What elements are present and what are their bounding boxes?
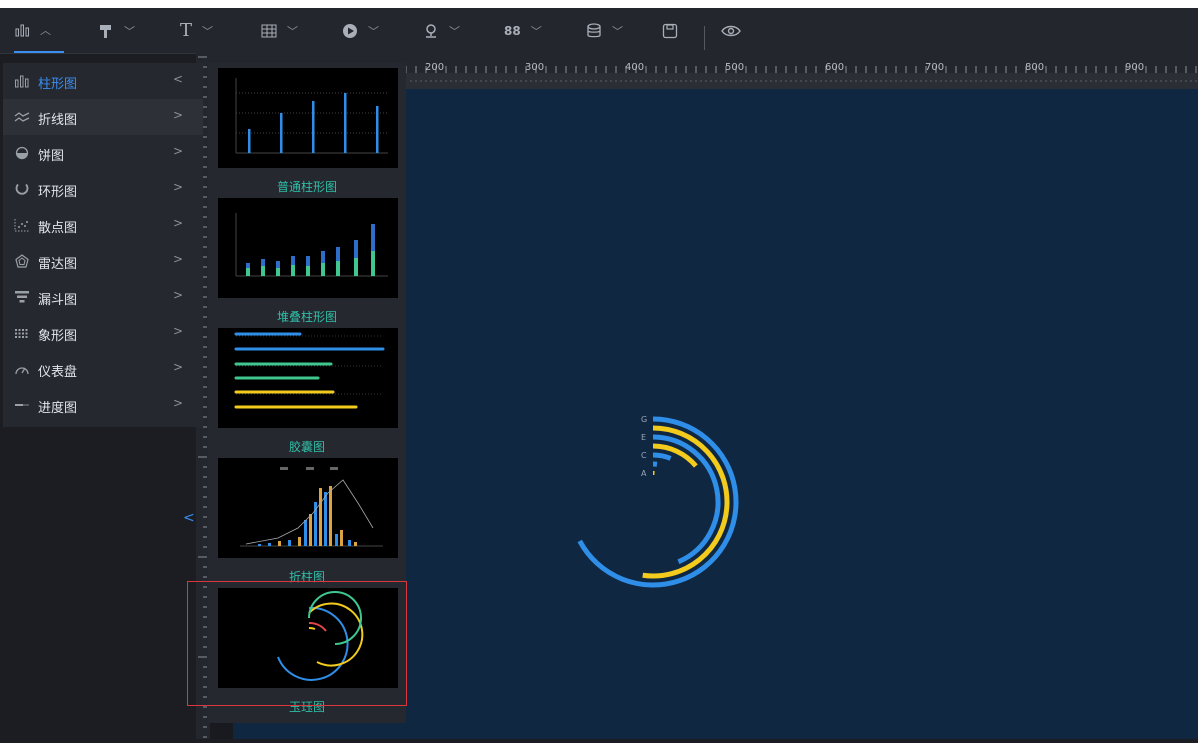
ring-category-label: E [641,433,646,442]
selected-template-highlight [187,581,407,706]
bar-chart-icon [14,23,30,37]
style-tool[interactable]: ﹀ [98,8,135,53]
menu-item-label: 雷达图 [38,253,77,272]
chevron-right-icon: > [173,216,183,230]
text-icon: T [180,20,192,41]
ruler-label: 800 [1025,62,1044,73]
grid-icon: 88 [504,24,521,38]
chevron-down-icon: ﹀ [287,23,298,39]
menu-item-label: 散点图 [38,217,77,236]
menu-item-progress[interactable]: 进度图 > [3,387,203,423]
save-button[interactable] [662,8,678,53]
database-icon [586,23,602,39]
ruler-label: 600 [825,62,844,73]
location-tool[interactable]: ﹀ [423,8,460,53]
table-tool[interactable]: ﹀ [261,8,298,53]
bar-chart-icon [14,74,30,88]
location-icon [423,23,439,39]
chevron-right-icon: > [173,144,183,158]
ring-chart-icon [14,182,30,196]
chevron-down-icon: ﹀ [612,23,623,39]
menu-item-label: 进度图 [38,397,77,416]
ring-category-label: A [641,469,647,478]
ruler-label: 700 [925,62,944,73]
paint-roller-icon [98,23,114,39]
menu-item-funnel[interactable]: 漏斗图 > [3,279,203,315]
eye-icon [721,24,741,38]
ruler-label: 400 [625,62,644,73]
chevron-right-icon: > [173,180,183,194]
ring-category-label: C [641,451,647,460]
ring-arc-f [643,428,727,576]
chevron-up-icon: ︿ [40,22,51,38]
toolbar: ︿ ﹀ T ﹀ ﹀ ﹀ ﹀ 88 ﹀ ﹀ [0,8,1198,54]
menu-item-label: 仪表盘 [38,361,77,380]
menu-item-label: 饼图 [38,145,64,164]
chevron-right-icon: > [173,252,183,266]
scatter-chart-icon [14,218,30,232]
table-icon [261,24,277,38]
card-label: 胶囊图 [208,438,406,455]
menu-item-pie[interactable]: 饼图 > [3,135,203,171]
save-icon [662,23,678,39]
grid-tool[interactable]: 88 ﹀ [504,8,542,53]
window-top-strip [0,0,1198,8]
ruler-label: 900 [1125,62,1144,73]
thumbnail-stacked-bar[interactable] [218,198,398,298]
chevron-right-icon: > [173,396,183,410]
pie-chart-icon [14,146,30,160]
chevron-down-icon: ﹀ [124,23,135,39]
gauge-icon [14,362,30,376]
chevron-down-icon: ﹀ [368,23,379,39]
ruler-label: 500 [725,62,744,73]
thumbnail-line-bar[interactable] [218,458,398,558]
chart-category-menu: 柱形图 < 折线图 > 饼图 > 环形图 > 散点图 > 雷达图 > 漏斗图 >… [3,63,203,427]
menu-item-scatter[interactable]: 散点图 > [3,207,203,243]
ring-arc-c [653,455,671,458]
chevron-right-icon: > [173,288,183,302]
card-label: 普通柱形图 [208,178,406,195]
funnel-chart-icon [14,290,30,304]
menu-item-pictorial[interactable]: 象形图 > [3,315,203,351]
chevron-left-icon: < [173,72,183,86]
ruler-label: 200 [425,62,444,73]
chevron-down-icon: ﹀ [531,23,542,39]
radar-chart-icon [14,254,30,268]
line-chart-icon [14,110,30,124]
menu-item-radar[interactable]: 雷达图 > [3,243,203,279]
chevron-down-icon: ﹀ [202,23,213,39]
chevron-right-icon: > [173,108,183,122]
data-tool[interactable]: ﹀ [586,8,623,53]
thumbnail-capsule[interactable] [218,328,398,428]
pictorial-chart-icon [14,326,30,340]
menu-item-label: 象形图 [38,325,77,344]
menu-item-label: 折线图 [38,109,77,128]
ruler-label: 300 [525,62,544,73]
menu-item-bar[interactable]: 柱形图 < [3,63,203,99]
media-tool[interactable]: ﹀ [342,8,379,53]
thumbnail-basic-bar[interactable] [218,68,398,168]
preview-button[interactable] [721,8,741,53]
collapse-panel-icon[interactable]: < [183,510,195,526]
chevron-right-icon: > [173,360,183,374]
bar-chart-tool[interactable]: ︿ [14,8,64,53]
text-tool[interactable]: T ﹀ [180,8,213,53]
chevron-down-icon: ﹀ [449,23,460,39]
progress-icon [14,398,30,412]
menu-item-label: 环形图 [38,181,77,200]
menu-item-line[interactable]: 折线图 > [3,99,203,135]
card-label: 堆叠柱形图 [208,308,406,325]
media-icon [342,23,358,39]
chevron-right-icon: > [173,324,183,338]
menu-item-label: 柱形图 [38,73,77,92]
ring-category-label: G [641,415,647,424]
menu-item-label: 漏斗图 [38,289,77,308]
menu-item-ring[interactable]: 环形图 > [3,171,203,207]
menu-item-gauge[interactable]: 仪表盘 > [3,351,203,387]
toolbar-divider [704,26,705,50]
